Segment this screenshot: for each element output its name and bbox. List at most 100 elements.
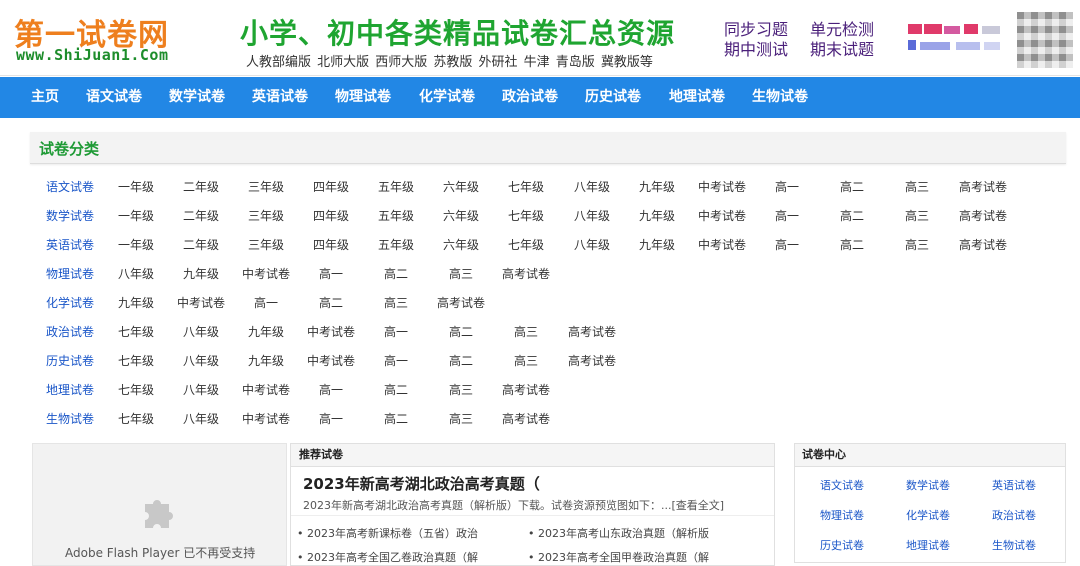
- recommended-title[interactable]: 2023年新高考湖北政治高考真题（: [303, 473, 540, 494]
- center-link[interactable]: 地理试卷: [906, 537, 950, 553]
- category-grade-link[interactable]: 九年级: [171, 265, 231, 282]
- category-subject-link[interactable]: 政治试卷: [46, 323, 94, 340]
- category-grade-link[interactable]: 二年级: [171, 236, 231, 253]
- category-grade-link[interactable]: 高一: [366, 352, 426, 369]
- quick-link-sync[interactable]: 同步习题: [724, 20, 810, 40]
- category-grade-link[interactable]: 高二: [822, 178, 882, 195]
- category-grade-link[interactable]: 八年级: [171, 410, 231, 427]
- category-grade-link[interactable]: 八年级: [562, 236, 622, 253]
- category-grade-link[interactable]: 五年级: [366, 207, 426, 224]
- category-grade-link[interactable]: 高一: [366, 323, 426, 340]
- category-grade-link[interactable]: 中考试卷: [692, 207, 752, 224]
- category-grade-link[interactable]: 高三: [431, 265, 491, 282]
- category-grade-link[interactable]: 高一: [236, 294, 296, 311]
- category-grade-link[interactable]: 高三: [887, 236, 947, 253]
- nav-history[interactable]: 历史试卷: [585, 77, 641, 118]
- center-link[interactable]: 化学试卷: [906, 507, 950, 523]
- category-subject-link[interactable]: 历史试卷: [46, 352, 94, 369]
- recommended-item[interactable]: • 2023年高考山东政治真题（解析版: [528, 525, 709, 541]
- category-grade-link[interactable]: 六年级: [431, 207, 491, 224]
- category-grade-link[interactable]: 高二: [822, 207, 882, 224]
- category-grade-link[interactable]: 七年级: [496, 236, 556, 253]
- category-grade-link[interactable]: 六年级: [431, 178, 491, 195]
- category-subject-link[interactable]: 英语试卷: [46, 236, 94, 253]
- quick-link-unit[interactable]: 单元检测: [810, 20, 896, 40]
- category-grade-link[interactable]: 高一: [757, 207, 817, 224]
- category-grade-link[interactable]: 九年级: [236, 352, 296, 369]
- category-grade-link[interactable]: 高一: [301, 265, 361, 282]
- category-grade-link[interactable]: 高考试卷: [953, 236, 1013, 253]
- category-grade-link[interactable]: 高考试卷: [562, 352, 622, 369]
- category-grade-link[interactable]: 高三: [496, 323, 556, 340]
- nav-english[interactable]: 英语试卷: [252, 77, 308, 118]
- category-grade-link[interactable]: 三年级: [236, 236, 296, 253]
- category-subject-link[interactable]: 生物试卷: [46, 410, 94, 427]
- category-grade-link[interactable]: 四年级: [301, 178, 361, 195]
- category-grade-link[interactable]: 八年级: [106, 265, 166, 282]
- category-grade-link[interactable]: 八年级: [171, 323, 231, 340]
- category-grade-link[interactable]: 高三: [431, 410, 491, 427]
- category-grade-link[interactable]: 八年级: [562, 178, 622, 195]
- category-grade-link[interactable]: 九年级: [236, 323, 296, 340]
- category-grade-link[interactable]: 高考试卷: [496, 410, 556, 427]
- category-grade-link[interactable]: 高二: [366, 265, 426, 282]
- category-grade-link[interactable]: 中考试卷: [171, 294, 231, 311]
- nav-biology[interactable]: 生物试卷: [752, 77, 808, 118]
- category-grade-link[interactable]: 高二: [366, 410, 426, 427]
- category-grade-link[interactable]: 中考试卷: [236, 410, 296, 427]
- center-link[interactable]: 政治试卷: [992, 507, 1036, 523]
- category-grade-link[interactable]: 高考试卷: [953, 207, 1013, 224]
- category-grade-link[interactable]: 四年级: [301, 236, 361, 253]
- category-grade-link[interactable]: 中考试卷: [301, 352, 361, 369]
- category-grade-link[interactable]: 三年级: [236, 178, 296, 195]
- category-grade-link[interactable]: 七年级: [106, 323, 166, 340]
- site-domain[interactable]: www.ShiJuan1.Com: [16, 46, 169, 64]
- category-grade-link[interactable]: 七年级: [106, 410, 166, 427]
- category-grade-link[interactable]: 五年级: [366, 236, 426, 253]
- category-grade-link[interactable]: 中考试卷: [236, 381, 296, 398]
- category-grade-link[interactable]: 高三: [366, 294, 426, 311]
- category-grade-link[interactable]: 三年级: [236, 207, 296, 224]
- center-link[interactable]: 生物试卷: [992, 537, 1036, 553]
- category-grade-link[interactable]: 六年级: [431, 236, 491, 253]
- quick-link-final[interactable]: 期末试题: [810, 40, 896, 60]
- category-grade-link[interactable]: 高考试卷: [431, 294, 491, 311]
- category-grade-link[interactable]: 九年级: [627, 207, 687, 224]
- category-grade-link[interactable]: 高二: [431, 323, 491, 340]
- category-grade-link[interactable]: 七年级: [496, 207, 556, 224]
- category-subject-link[interactable]: 地理试卷: [46, 381, 94, 398]
- category-grade-link[interactable]: 七年级: [496, 178, 556, 195]
- category-subject-link[interactable]: 语文试卷: [46, 178, 94, 195]
- category-grade-link[interactable]: 高二: [822, 236, 882, 253]
- category-grade-link[interactable]: 九年级: [627, 236, 687, 253]
- category-grade-link[interactable]: 高考试卷: [953, 178, 1013, 195]
- category-grade-link[interactable]: 高考试卷: [496, 265, 556, 282]
- nav-math[interactable]: 数学试卷: [169, 77, 225, 118]
- recommended-item[interactable]: • 2023年高考新课标卷（五省）政治: [297, 525, 478, 541]
- category-grade-link[interactable]: 高一: [757, 236, 817, 253]
- category-subject-link[interactable]: 数学试卷: [46, 207, 94, 224]
- center-link[interactable]: 物理试卷: [820, 507, 864, 523]
- category-grade-link[interactable]: 八年级: [171, 381, 231, 398]
- category-grade-link[interactable]: 高二: [301, 294, 361, 311]
- category-grade-link[interactable]: 四年级: [301, 207, 361, 224]
- category-grade-link[interactable]: 中考试卷: [692, 178, 752, 195]
- category-grade-link[interactable]: 中考试卷: [236, 265, 296, 282]
- category-grade-link[interactable]: 高三: [496, 352, 556, 369]
- recommended-item[interactable]: • 2023年高考全国乙卷政治真题（解: [297, 549, 478, 565]
- nav-physics[interactable]: 物理试卷: [335, 77, 391, 118]
- center-link[interactable]: 数学试卷: [906, 477, 950, 493]
- category-grade-link[interactable]: 高考试卷: [496, 381, 556, 398]
- category-grade-link[interactable]: 一年级: [106, 207, 166, 224]
- category-grade-link[interactable]: 高考试卷: [562, 323, 622, 340]
- category-subject-link[interactable]: 化学试卷: [46, 294, 94, 311]
- nav-chinese[interactable]: 语文试卷: [86, 77, 142, 118]
- category-grade-link[interactable]: 一年级: [106, 236, 166, 253]
- category-grade-link[interactable]: 高三: [887, 207, 947, 224]
- nav-politics[interactable]: 政治试卷: [502, 77, 558, 118]
- category-grade-link[interactable]: 二年级: [171, 207, 231, 224]
- center-link[interactable]: 英语试卷: [992, 477, 1036, 493]
- recommended-item[interactable]: • 2023年高考全国甲卷政治真题（解: [528, 549, 709, 565]
- category-grade-link[interactable]: 九年级: [627, 178, 687, 195]
- nav-chemistry[interactable]: 化学试卷: [419, 77, 475, 118]
